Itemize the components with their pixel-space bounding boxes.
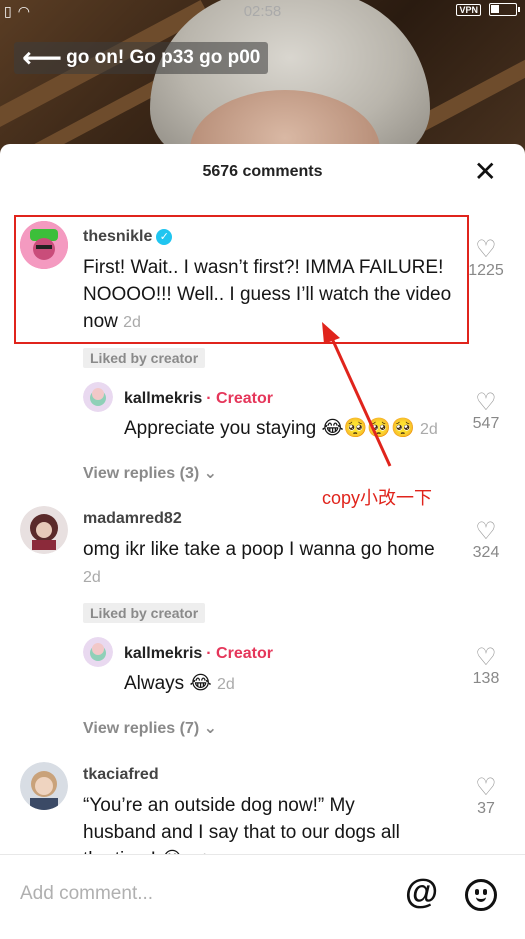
clock: 02:58 (243, 3, 282, 20)
battery-icon (489, 3, 520, 16)
video-caption-bar: ⟵ go on! Go p33 go p00 (14, 42, 269, 74)
vpn-badge: VPN (456, 3, 481, 16)
comment-input[interactable]: Add comment... (20, 883, 153, 905)
back-arrow-icon[interactable]: ⟵ (22, 44, 62, 72)
comment-input-bar: Add comment... @ (0, 854, 525, 939)
annotation-text: copy小改一下 (322, 488, 433, 508)
video-caption: go on! Go p33 go p00 (66, 47, 261, 68)
comments-sheet: 5676 comments ✕ thesnikle ✓ First! Wait.… (0, 144, 525, 939)
status-bar: ▯ ◠ 02:58 VPN (0, 0, 525, 22)
annotation-arrow (322, 322, 392, 467)
mention-icon[interactable]: @ (405, 875, 438, 909)
emoji-icon[interactable] (465, 879, 497, 911)
